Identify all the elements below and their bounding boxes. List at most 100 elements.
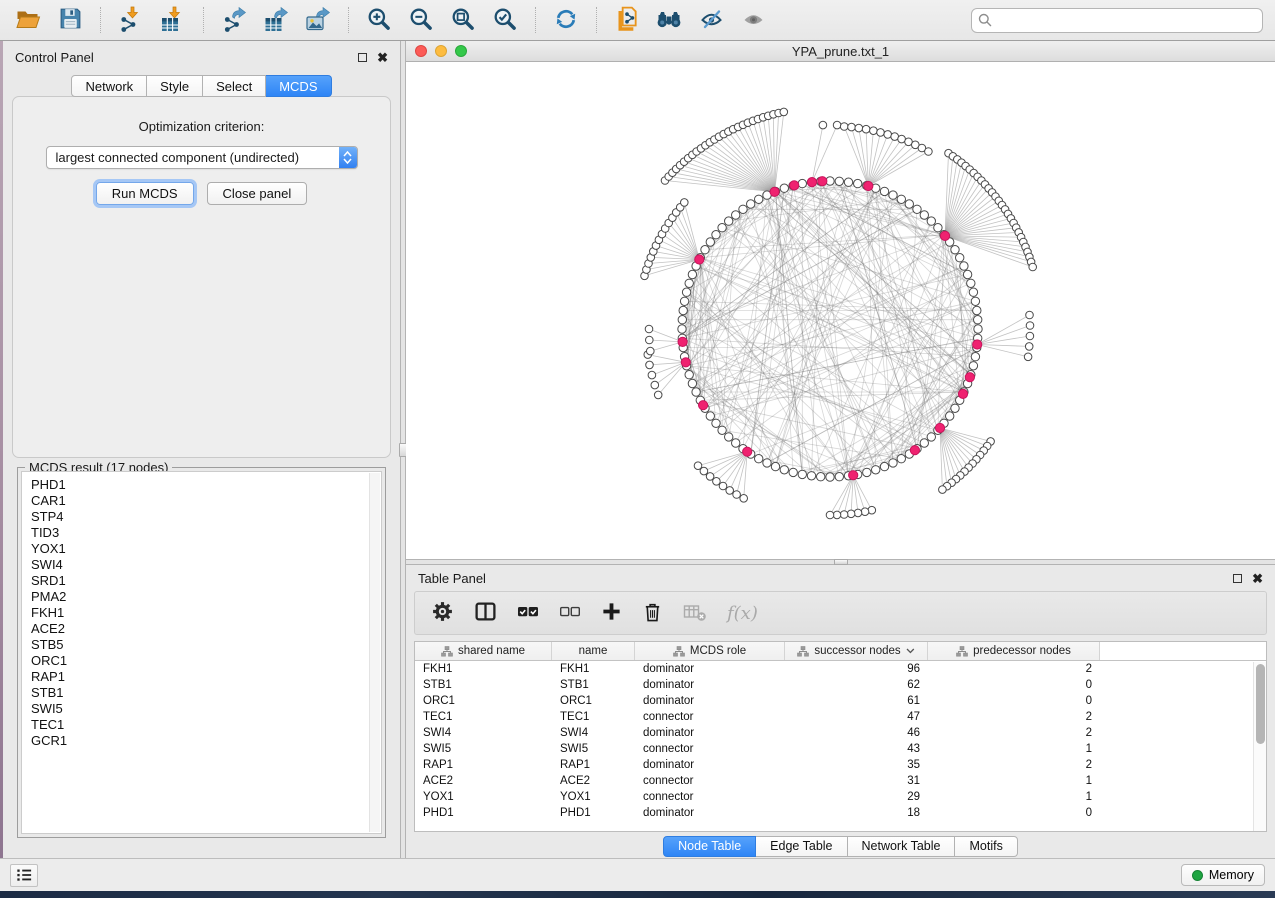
tab-node-table[interactable]: Node Table	[663, 836, 756, 857]
cell-shared-name[interactable]: PHD1	[415, 805, 552, 821]
cell-name[interactable]: ACE2	[552, 773, 635, 789]
cell-name[interactable]: RAP1	[552, 757, 635, 773]
zoom-out-button[interactable]	[403, 4, 439, 36]
add-column-button[interactable]	[601, 599, 622, 627]
cell-predecessor-nodes[interactable]: 0	[928, 677, 1100, 693]
mcds-list-scrollbar[interactable]	[369, 473, 380, 832]
table-scrollbar[interactable]	[1253, 662, 1266, 831]
show-graphics-details-button[interactable]	[735, 4, 771, 36]
export-image-button[interactable]	[300, 4, 336, 36]
table-settings-button[interactable]	[431, 599, 454, 627]
mcds-node-item[interactable]: CAR1	[31, 493, 381, 509]
import-table-button[interactable]	[155, 4, 191, 36]
tab-motifs[interactable]: Motifs	[955, 836, 1017, 857]
close-panel-icon[interactable]: ✖	[1252, 574, 1263, 583]
mcds-node-item[interactable]: STB1	[31, 685, 381, 701]
float-panel-icon[interactable]	[1233, 574, 1242, 583]
mcds-node-item[interactable]: SRD1	[31, 573, 381, 589]
open-file-button[interactable]	[10, 4, 46, 36]
tab-network-table[interactable]: Network Table	[848, 836, 956, 857]
cell-shared-name[interactable]: ACE2	[415, 773, 552, 789]
column-header-shared-name[interactable]: shared name	[415, 642, 552, 660]
cell-shared-name[interactable]: YOX1	[415, 789, 552, 805]
save-session-button[interactable]	[52, 4, 88, 36]
cell-predecessor-nodes[interactable]: 1	[928, 789, 1100, 805]
column-header-predecessor-nodes[interactable]: predecessor nodes	[928, 642, 1100, 660]
cell-shared-name[interactable]: TEC1	[415, 709, 552, 725]
cell-successor-nodes[interactable]: 29	[785, 789, 928, 805]
mcds-node-item[interactable]: FKH1	[31, 605, 381, 621]
cell-successor-nodes[interactable]: 61	[785, 693, 928, 709]
table-row[interactable]: ACE2ACE2connector311	[415, 773, 1266, 789]
toggle-column-display-button[interactable]	[474, 599, 497, 627]
cell-predecessor-nodes[interactable]: 1	[928, 741, 1100, 757]
network-file-share-button[interactable]	[609, 4, 645, 36]
memory-button[interactable]: Memory	[1181, 864, 1265, 886]
table-row[interactable]: RAP1RAP1dominator352	[415, 757, 1266, 773]
table-row[interactable]: YOX1YOX1connector291	[415, 789, 1266, 805]
mcds-node-item[interactable]: GCR1	[31, 733, 381, 749]
cell-MCDS-role[interactable]: connector	[635, 773, 785, 789]
cell-predecessor-nodes[interactable]: 0	[928, 693, 1100, 709]
table-row[interactable]: PHD1PHD1dominator180	[415, 805, 1266, 821]
cell-predecessor-nodes[interactable]: 2	[928, 709, 1100, 725]
table-row[interactable]: TEC1TEC1connector472	[415, 709, 1266, 725]
mcds-node-item[interactable]: TID3	[31, 525, 381, 541]
mcds-node-item[interactable]: TEC1	[31, 717, 381, 733]
horizontal-split-divider[interactable]	[406, 559, 1275, 565]
tab-mcds[interactable]: MCDS	[266, 75, 331, 97]
cell-predecessor-nodes[interactable]: 2	[928, 725, 1100, 741]
tab-select[interactable]: Select	[203, 75, 266, 97]
cell-MCDS-role[interactable]: connector	[635, 789, 785, 805]
binoculars-find-button[interactable]	[651, 4, 687, 36]
deselect-all-rows-button[interactable]	[559, 599, 581, 627]
cell-name[interactable]: STB1	[552, 677, 635, 693]
network-canvas[interactable]	[406, 62, 1275, 559]
task-history-button[interactable]	[10, 864, 38, 887]
cell-MCDS-role[interactable]: connector	[635, 709, 785, 725]
cell-successor-nodes[interactable]: 96	[785, 661, 928, 677]
search-input[interactable]	[971, 8, 1263, 33]
cell-name[interactable]: ORC1	[552, 693, 635, 709]
table-row[interactable]: SWI5SWI5connector431	[415, 741, 1266, 757]
mcds-node-item[interactable]: STP4	[31, 509, 381, 525]
cell-name[interactable]: PHD1	[552, 805, 635, 821]
delete-rows-button[interactable]	[642, 599, 663, 627]
cell-MCDS-role[interactable]: connector	[635, 741, 785, 757]
cell-successor-nodes[interactable]: 35	[785, 757, 928, 773]
table-scrollbar-thumb[interactable]	[1256, 664, 1265, 744]
close-panel-icon[interactable]: ✖	[377, 53, 388, 62]
cell-shared-name[interactable]: SWI4	[415, 725, 552, 741]
cell-MCDS-role[interactable]: dominator	[635, 661, 785, 677]
cell-successor-nodes[interactable]: 62	[785, 677, 928, 693]
mcds-node-item[interactable]: PHD1	[31, 477, 381, 493]
mcds-node-item[interactable]: STB5	[31, 637, 381, 653]
select-all-rows-button[interactable]	[517, 599, 539, 627]
zoom-selected-button[interactable]	[487, 4, 523, 36]
cell-shared-name[interactable]: STB1	[415, 677, 552, 693]
cell-MCDS-role[interactable]: dominator	[635, 725, 785, 741]
mcds-node-item[interactable]: ORC1	[31, 653, 381, 669]
divider-grip[interactable]	[834, 559, 848, 565]
run-mcds-button[interactable]: Run MCDS	[96, 182, 194, 205]
table-row[interactable]: SWI4SWI4dominator462	[415, 725, 1266, 741]
import-network-button[interactable]	[113, 4, 149, 36]
mcds-node-item[interactable]: PMA2	[31, 589, 381, 605]
table-row[interactable]: ORC1ORC1dominator610	[415, 693, 1266, 709]
cell-successor-nodes[interactable]: 18	[785, 805, 928, 821]
cell-shared-name[interactable]: SWI5	[415, 741, 552, 757]
cell-predecessor-nodes[interactable]: 2	[928, 661, 1100, 677]
zoom-fit-button[interactable]	[445, 4, 481, 36]
cell-shared-name[interactable]: RAP1	[415, 757, 552, 773]
cell-MCDS-role[interactable]: dominator	[635, 693, 785, 709]
mcds-node-item[interactable]: SWI4	[31, 557, 381, 573]
cell-predecessor-nodes[interactable]: 0	[928, 805, 1100, 821]
table-row[interactable]: STB1STB1dominator620	[415, 677, 1266, 693]
cell-shared-name[interactable]: ORC1	[415, 693, 552, 709]
cell-successor-nodes[interactable]: 31	[785, 773, 928, 789]
mcds-result-list[interactable]: PHD1CAR1STP4TID3YOX1SWI4SRD1PMA2FKH1ACE2…	[21, 471, 382, 834]
apply-layout-button[interactable]	[548, 4, 584, 36]
column-header-name[interactable]: name	[552, 642, 635, 660]
close-panel-button[interactable]: Close panel	[207, 182, 308, 205]
export-table-button[interactable]	[258, 4, 294, 36]
